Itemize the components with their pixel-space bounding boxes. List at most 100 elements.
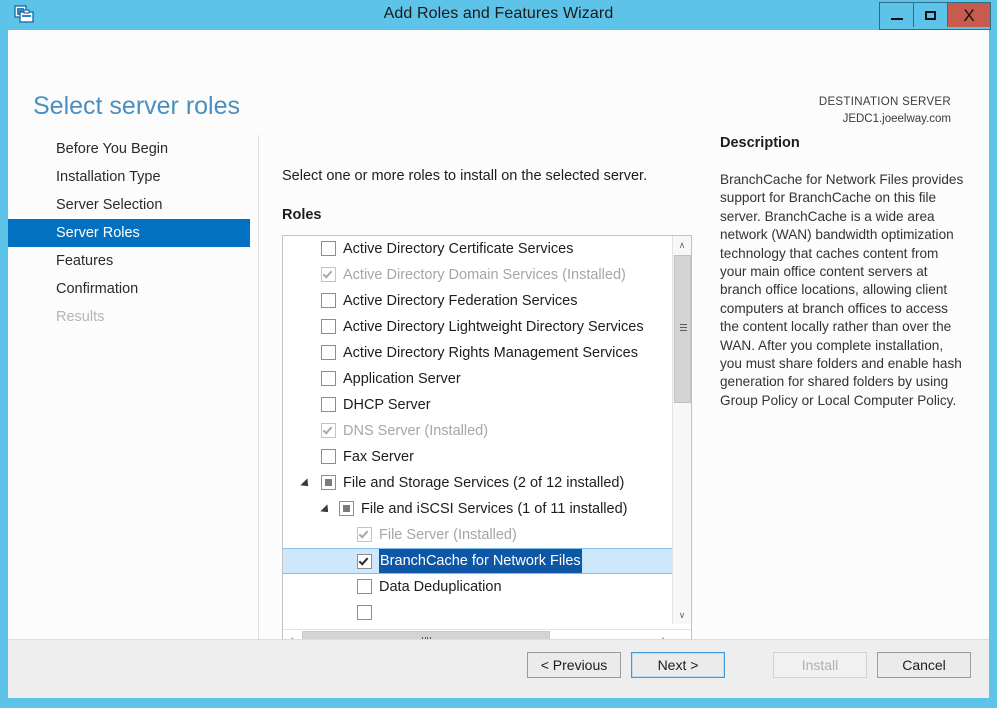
role-label: File and Storage Services (2 of 12 insta… bbox=[343, 475, 625, 491]
destination-server-name: JEDC1.joeelway.com bbox=[842, 113, 951, 125]
checkbox-unchecked[interactable] bbox=[321, 449, 336, 464]
table-row[interactable]: BranchCache for Network Files bbox=[283, 548, 672, 574]
table-row[interactable]: File Server (Installed) bbox=[283, 522, 672, 548]
partial-check-icon bbox=[343, 505, 350, 512]
description-panel: Description BranchCache for Network File… bbox=[720, 135, 970, 410]
role-label: Fax Server bbox=[343, 449, 414, 465]
instruction-text: Select one or more roles to install on t… bbox=[282, 168, 648, 184]
sidebar-item-results: Results bbox=[8, 303, 250, 331]
role-label: Active Directory Certificate Services bbox=[343, 241, 574, 257]
wizard-page: Select server roles DESTINATION SERVER J… bbox=[8, 30, 989, 698]
table-row[interactable]: Active Directory Lightweight Directory S… bbox=[283, 314, 672, 340]
wizard-window: Add Roles and Features Wizard X Select s… bbox=[0, 0, 997, 708]
table-row[interactable]: File and iSCSI Services (1 of 11 install… bbox=[283, 496, 672, 522]
expand-collapse-triangle-icon[interactable] bbox=[300, 478, 312, 490]
table-row[interactable]: File and Storage Services (2 of 12 insta… bbox=[283, 470, 672, 496]
table-row-clipped[interactable] bbox=[283, 600, 672, 624]
destination-server-block: DESTINATION SERVER JEDC1.joeelway.com bbox=[819, 94, 951, 128]
checkbox-unchecked[interactable] bbox=[321, 397, 336, 412]
minimize-button[interactable] bbox=[880, 3, 914, 27]
checkbox-checked bbox=[321, 267, 336, 282]
table-row[interactable]: Active Directory Domain Services (Instal… bbox=[283, 262, 672, 288]
roles-heading: Roles bbox=[282, 207, 322, 223]
role-label: File and iSCSI Services (1 of 11 install… bbox=[361, 501, 628, 517]
maximize-button[interactable] bbox=[914, 3, 948, 27]
sidebar-item-features[interactable]: Features bbox=[8, 247, 250, 275]
table-row[interactable]: DHCP Server bbox=[283, 392, 672, 418]
destination-server-label: DESTINATION SERVER bbox=[818, 96, 951, 108]
check-icon bbox=[322, 268, 333, 279]
sidebar-item-server-roles[interactable]: Server Roles bbox=[8, 219, 250, 247]
page-header: Select server roles DESTINATION SERVER J… bbox=[8, 30, 989, 125]
previous-button[interactable]: < Previous bbox=[527, 652, 621, 678]
checkbox-unchecked[interactable] bbox=[321, 319, 336, 334]
checkbox-partial[interactable] bbox=[321, 475, 336, 490]
wizard-footer: < Previous Next > Install Cancel bbox=[8, 639, 989, 698]
sidebar-item-label: Before You Begin bbox=[56, 141, 169, 157]
sidebar-item-label: Server Selection bbox=[56, 197, 163, 213]
sidebar-item-before-you-begin[interactable]: Before You Begin bbox=[8, 135, 250, 163]
close-button[interactable]: X bbox=[948, 3, 990, 27]
roles-listbox[interactable]: Active Directory Certificate Services Act… bbox=[282, 235, 692, 649]
window-title: Add Roles and Features Wizard bbox=[383, 5, 614, 22]
role-label: Active Directory Rights Management Servi… bbox=[343, 345, 638, 361]
table-row[interactable]: Fax Server bbox=[283, 444, 672, 470]
nav-separator bbox=[258, 135, 259, 645]
role-label: Data Deduplication bbox=[379, 579, 502, 595]
scroll-thumb-grip-icon bbox=[680, 324, 687, 332]
expand-collapse-triangle-icon[interactable] bbox=[320, 504, 332, 516]
table-row[interactable]: Active Directory Federation Services bbox=[283, 288, 672, 314]
sidebar-item-server-selection[interactable]: Server Selection bbox=[8, 191, 250, 219]
sidebar-item-confirmation[interactable]: Confirmation bbox=[8, 275, 250, 303]
roles-vertical-scrollbar[interactable]: ∧ ∨ bbox=[672, 236, 691, 624]
role-label: File Server (Installed) bbox=[379, 527, 517, 543]
next-button[interactable]: Next > bbox=[631, 652, 725, 678]
cancel-button[interactable]: Cancel bbox=[877, 652, 971, 678]
sidebar-item-label: Results bbox=[56, 309, 105, 325]
checkbox-unchecked[interactable] bbox=[357, 605, 372, 620]
checkbox-partial[interactable] bbox=[339, 501, 354, 516]
sidebar-item-label: Server Roles bbox=[56, 225, 140, 241]
table-row[interactable]: Active Directory Rights Management Servi… bbox=[283, 340, 672, 366]
table-row[interactable]: Active Directory Certificate Services bbox=[283, 236, 672, 262]
title-bar: Add Roles and Features Wizard X bbox=[0, 0, 997, 30]
checkbox-unchecked[interactable] bbox=[321, 371, 336, 386]
table-row[interactable]: Application Server bbox=[283, 366, 672, 392]
check-icon bbox=[358, 528, 369, 539]
minimize-icon bbox=[890, 17, 903, 20]
role-label: Active Directory Lightweight Directory S… bbox=[343, 319, 644, 335]
table-row[interactable]: DNS Server (Installed) bbox=[283, 418, 672, 444]
table-row[interactable]: Data Deduplication bbox=[283, 574, 672, 600]
checkbox-checked bbox=[357, 527, 372, 542]
footer-button-row: < Previous Next > Install Cancel bbox=[527, 652, 971, 678]
close-icon: X bbox=[963, 5, 975, 25]
checkbox-unchecked[interactable] bbox=[321, 293, 336, 308]
scroll-up-button[interactable]: ∧ bbox=[673, 236, 691, 254]
vertical-scroll-thumb[interactable] bbox=[674, 255, 691, 403]
wizard-nav: Before You Begin Installation Type Server … bbox=[8, 135, 250, 331]
checkbox-unchecked[interactable] bbox=[321, 241, 336, 256]
maximize-icon bbox=[925, 10, 936, 20]
sidebar-item-installation-type[interactable]: Installation Type bbox=[8, 163, 250, 191]
checkbox-checked[interactable] bbox=[357, 554, 372, 569]
check-icon bbox=[358, 555, 369, 566]
role-label: DNS Server (Installed) bbox=[343, 423, 489, 439]
sidebar-item-label: Confirmation bbox=[56, 281, 139, 297]
scroll-down-button[interactable]: ∨ bbox=[673, 606, 691, 624]
sidebar-item-label: Features bbox=[56, 253, 114, 269]
sidebar-item-label: Installation Type bbox=[56, 169, 161, 185]
checkbox-unchecked[interactable] bbox=[321, 345, 336, 360]
install-button: Install bbox=[773, 652, 867, 678]
role-label: Active Directory Domain Services (Instal… bbox=[343, 267, 626, 283]
checkbox-checked bbox=[321, 423, 336, 438]
check-icon bbox=[322, 424, 333, 435]
role-label: Active Directory Federation Services bbox=[343, 293, 578, 309]
description-text: BranchCache for Network Files provides s… bbox=[720, 172, 964, 408]
page-title: Select server roles bbox=[33, 92, 241, 120]
checkbox-unchecked[interactable] bbox=[357, 579, 372, 594]
role-label: DHCP Server bbox=[343, 397, 431, 413]
roles-tree[interactable]: Active Directory Certificate Services Act… bbox=[283, 236, 672, 624]
window-controls: X bbox=[879, 2, 991, 30]
role-label: Application Server bbox=[343, 371, 461, 387]
partial-check-icon bbox=[325, 479, 332, 486]
